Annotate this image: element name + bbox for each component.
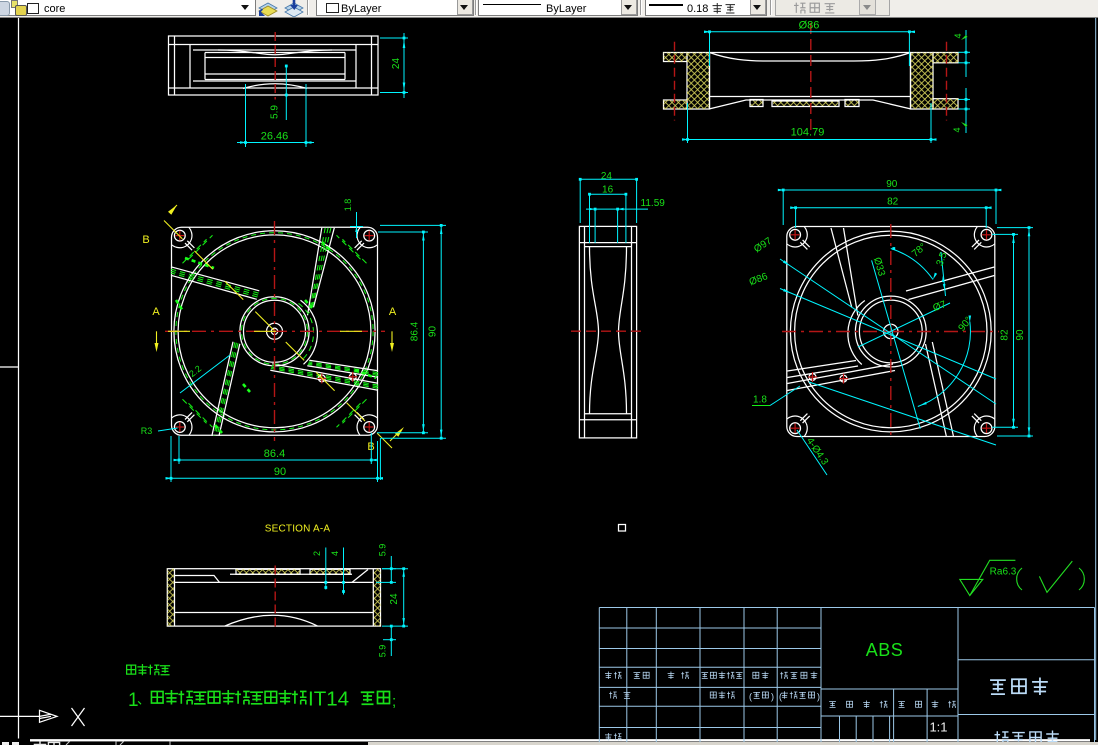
svg-text:86.4: 86.4 [410,321,421,341]
svg-text:11.59: 11.59 [641,198,666,209]
svg-text:4: 4 [953,33,963,38]
svg-text:ABS: ABS [866,640,904,660]
svg-text:24: 24 [389,593,400,605]
svg-text:24: 24 [391,58,402,70]
svg-text:90: 90 [886,179,898,190]
svg-text:A: A [152,306,160,318]
svg-text:): ) [771,692,774,702]
svg-text:1.8: 1.8 [753,395,767,406]
svg-text:Ø86: Ø86 [799,20,820,32]
svg-text:R3: R3 [141,426,153,436]
svg-text:4: 4 [952,127,962,132]
svg-text:Ra6.3: Ra6.3 [990,567,1017,578]
svg-text:A: A [389,306,397,318]
svg-text:B: B [142,234,149,246]
svg-text:4: 4 [330,551,340,556]
svg-text:5.9: 5.9 [378,544,388,557]
svg-text:2: 2 [312,551,322,556]
svg-text:;: ; [392,693,396,710]
svg-text:(: ( [749,692,752,702]
svg-text:82: 82 [887,197,899,208]
svg-text:IT14: IT14 [308,688,349,711]
svg-text:90: 90 [1015,329,1026,341]
svg-text:SECTION A-A: SECTION A-A [265,524,331,535]
svg-text:5.9: 5.9 [378,645,388,658]
svg-text:): ) [817,692,820,702]
svg-text:24: 24 [601,171,613,182]
svg-text:1.8: 1.8 [343,199,353,212]
svg-text:104.79: 104.79 [791,127,825,139]
svg-text:86.4: 86.4 [264,448,285,460]
svg-text:1:1: 1:1 [929,720,947,735]
svg-text:26.46: 26.46 [261,131,289,143]
svg-text:90: 90 [428,326,439,338]
svg-text:5.9: 5.9 [270,105,281,119]
svg-text:、: 、 [137,692,150,707]
svg-text:90: 90 [274,466,286,478]
svg-text:82: 82 [1000,329,1011,341]
